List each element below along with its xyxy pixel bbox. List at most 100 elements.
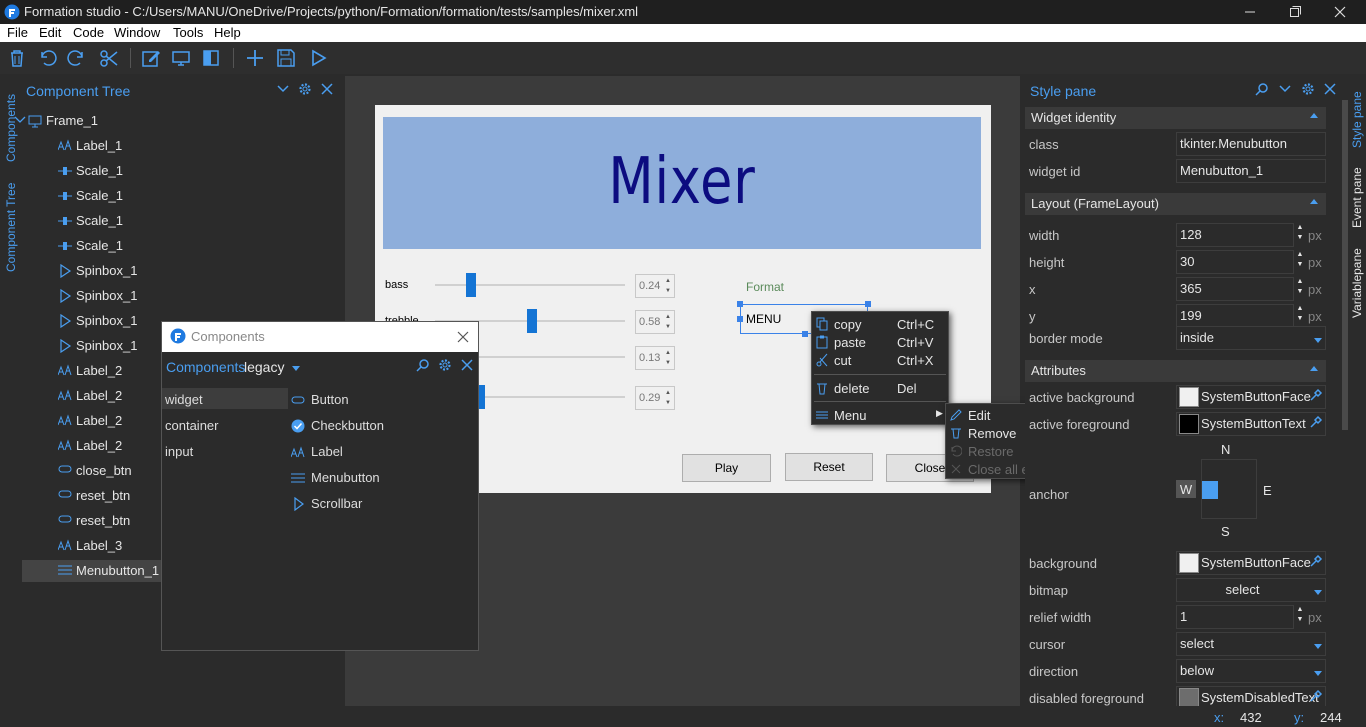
gear-icon[interactable] xyxy=(1301,82,1315,96)
bitmap-select[interactable]: select xyxy=(1176,578,1326,602)
reset-button[interactable]: Reset xyxy=(785,453,873,481)
chevron-down-icon[interactable] xyxy=(1314,590,1322,595)
group-item-widget[interactable]: widget xyxy=(165,392,203,407)
menu-window[interactable]: Window xyxy=(114,25,160,40)
anchor-w[interactable]: W xyxy=(1176,480,1196,498)
tree-item[interactable]: Spinbox_1 xyxy=(58,260,282,282)
delete-icon[interactable] xyxy=(6,47,28,69)
collapse-icon[interactable] xyxy=(1310,113,1318,118)
play-button[interactable]: Play xyxy=(682,454,771,482)
group-item-input[interactable]: input xyxy=(165,444,193,459)
menu-edit[interactable]: Edit xyxy=(39,25,61,40)
eyedropper-icon[interactable] xyxy=(1309,689,1323,703)
close-icon[interactable] xyxy=(456,330,470,344)
spin-up-icon[interactable]: ▲ xyxy=(664,389,672,397)
anchor-s[interactable]: S xyxy=(1221,524,1230,539)
class-field[interactable]: tkinter.Menubutton xyxy=(1176,132,1326,156)
preview-icon[interactable] xyxy=(170,47,192,69)
resize-handle[interactable] xyxy=(737,301,743,307)
widget-item-button[interactable]: Button xyxy=(291,392,471,410)
group-item-container[interactable]: container xyxy=(165,418,218,433)
resize-handle[interactable] xyxy=(865,301,871,307)
cut-icon[interactable] xyxy=(98,47,120,69)
spin-arrows-icon[interactable]: ▲ ▼ xyxy=(1294,223,1306,247)
chevron-down-icon[interactable] xyxy=(276,82,290,96)
chevron-down-icon[interactable] xyxy=(292,366,300,371)
resize-handle[interactable] xyxy=(802,331,808,337)
collapse-icon[interactable] xyxy=(1310,366,1318,371)
menu-help[interactable]: Help xyxy=(214,25,241,40)
direction-select[interactable]: below xyxy=(1176,659,1326,683)
spin-arrows-icon[interactable]: ▲ ▼ xyxy=(1294,277,1306,301)
color-swatch[interactable] xyxy=(1179,414,1199,434)
widget-item-scrollbar[interactable]: Scrollbar xyxy=(291,496,471,514)
menu-code[interactable]: Code xyxy=(73,25,104,40)
menu-item-delete[interactable]: delete Del xyxy=(812,379,948,397)
layout-field-input[interactable]: 30 xyxy=(1176,250,1294,274)
gear-icon[interactable] xyxy=(438,358,452,372)
layout-field-input[interactable]: 128 xyxy=(1176,223,1294,247)
section-attributes[interactable]: Attributes xyxy=(1025,360,1326,382)
maximize-icon[interactable] xyxy=(1285,2,1305,22)
search-icon[interactable] xyxy=(1255,82,1269,96)
new-icon[interactable] xyxy=(244,47,266,69)
color-swatch[interactable] xyxy=(1179,553,1199,573)
tree-item[interactable]: Scale_1 xyxy=(58,160,282,182)
chevron-down-icon[interactable] xyxy=(1314,644,1322,649)
close-icon[interactable] xyxy=(1330,2,1350,22)
cursor-select[interactable]: select xyxy=(1176,632,1326,656)
run-icon[interactable] xyxy=(307,47,329,69)
spin-up-icon[interactable]: ▲ xyxy=(664,277,672,285)
spin-arrows-icon[interactable]: ▲ ▼ xyxy=(1294,304,1306,328)
undo-icon[interactable] xyxy=(36,47,58,69)
menu-item-paste[interactable]: paste Ctrl+V xyxy=(812,333,948,351)
spin-down-icon[interactable]: ▼ xyxy=(664,359,672,367)
chevron-down-icon[interactable] xyxy=(14,114,26,126)
widget-item-label[interactable]: Label xyxy=(291,444,471,462)
menu-tools[interactable]: Tools xyxy=(173,25,203,40)
anchor-n[interactable]: N xyxy=(1221,442,1230,457)
collapse-icon[interactable] xyxy=(1310,199,1318,204)
widget-id-field[interactable]: Menubutton_1 xyxy=(1176,159,1326,183)
spin-up-icon[interactable]: ▲ xyxy=(664,313,672,321)
menu-file[interactable]: File xyxy=(7,25,28,40)
anchor-e[interactable]: E xyxy=(1263,483,1272,498)
widget-item-checkbutton[interactable]: Checkbutton xyxy=(291,418,471,436)
spinbox[interactable]: 0.58 ▲ ▼ xyxy=(635,310,675,334)
slider-thumb[interactable] xyxy=(466,273,476,297)
spin-down-icon[interactable]: ▼ xyxy=(664,287,672,295)
section-layout[interactable]: Layout (FrameLayout) xyxy=(1025,193,1326,215)
tab-style-pane[interactable]: Style pane xyxy=(1350,91,1364,148)
minimize-icon[interactable] xyxy=(1240,2,1260,22)
tab-event-pane[interactable]: Event pane xyxy=(1350,167,1364,228)
layout-field-input[interactable]: 199 xyxy=(1176,304,1294,328)
section-widget-identity[interactable]: Widget identity xyxy=(1025,107,1326,129)
tab-components[interactable]: Components xyxy=(4,94,18,162)
mixer-banner[interactable]: Mixer xyxy=(383,117,981,249)
split-view-icon[interactable] xyxy=(200,47,222,69)
eyedropper-icon[interactable] xyxy=(1309,415,1323,429)
tab-variable-pane[interactable]: Variablepane xyxy=(1350,248,1364,318)
tree-item[interactable]: Scale_1 xyxy=(58,210,282,232)
spin-arrows-icon[interactable]: ▲ ▼ xyxy=(1294,250,1306,274)
color-swatch[interactable] xyxy=(1179,688,1199,708)
spin-up-icon[interactable]: ▲ xyxy=(664,349,672,357)
slider-track[interactable] xyxy=(435,284,625,286)
anchor-picker[interactable] xyxy=(1201,459,1257,519)
gear-icon[interactable] xyxy=(298,82,312,96)
color-swatch[interactable] xyxy=(1179,387,1199,407)
close-icon[interactable] xyxy=(460,358,474,372)
component-set-select[interactable]: legacy xyxy=(244,359,284,375)
save-icon[interactable] xyxy=(275,47,297,69)
slider-thumb[interactable] xyxy=(527,309,537,333)
edit-icon[interactable] xyxy=(140,47,162,69)
close-icon[interactable] xyxy=(1323,82,1337,96)
spin-arrows-icon[interactable]: ▲ ▼ xyxy=(1294,605,1306,629)
tree-item[interactable]: Scale_1 xyxy=(58,235,282,257)
spin-down-icon[interactable]: ▼ xyxy=(664,323,672,331)
tree-item[interactable]: Spinbox_1 xyxy=(58,285,282,307)
resize-handle[interactable] xyxy=(737,316,743,322)
spinbox[interactable]: 0.24 ▲ ▼ xyxy=(635,274,675,298)
search-icon[interactable] xyxy=(416,358,430,372)
eyedropper-icon[interactable] xyxy=(1309,554,1323,568)
